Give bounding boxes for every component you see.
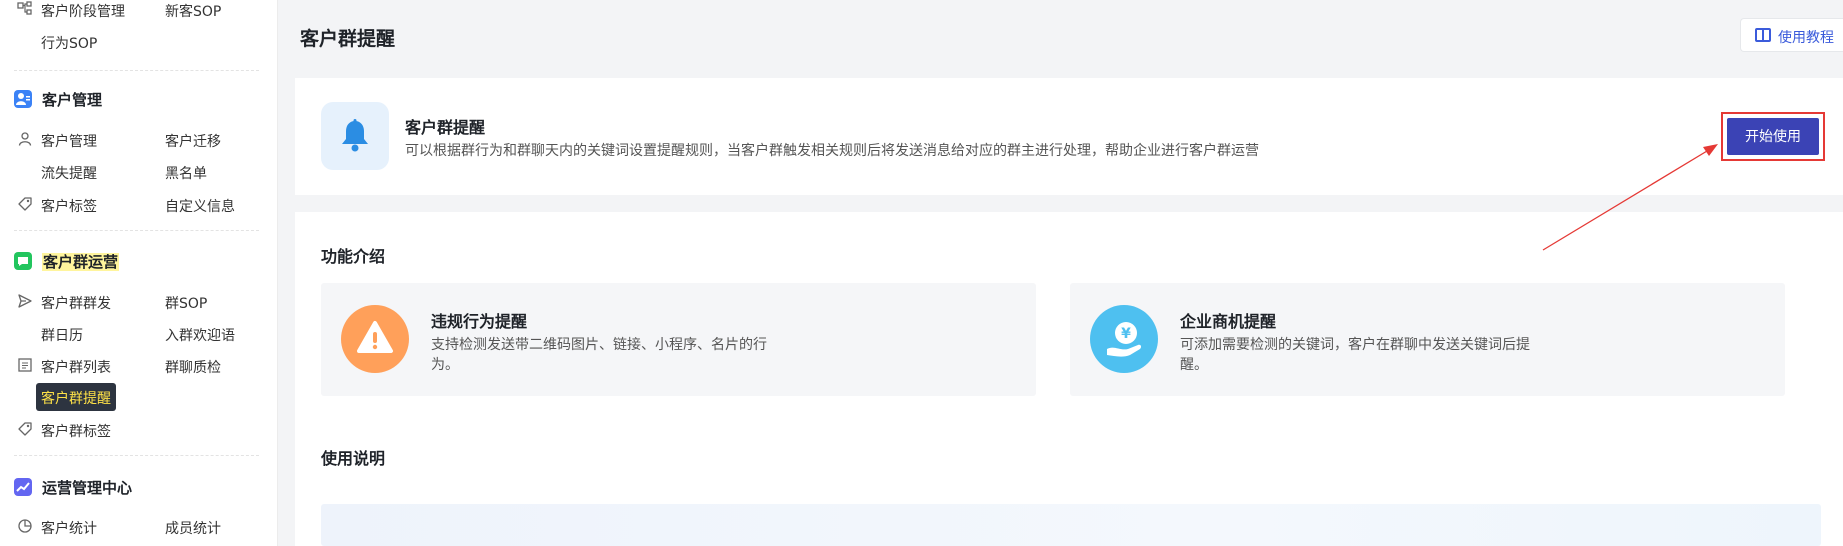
annotation-highlight-box: 开始使用	[1721, 112, 1825, 161]
sidebar-row: 客户管理 客户迁移	[0, 127, 277, 153]
svg-text:¥: ¥	[1121, 326, 1131, 342]
sidebar-item-welcome-msg[interactable]: 入群欢迎语	[165, 325, 235, 345]
flow-icon	[17, 1, 33, 17]
section-title: 客户管理	[42, 91, 103, 109]
sidebar-item-customer-mgmt[interactable]: 客户管理	[41, 131, 97, 151]
pie-chart-icon	[17, 518, 33, 534]
sidebar-item-chat-quality[interactable]: 群聊质检	[165, 357, 221, 377]
tutorial-label: 使用教程	[1778, 30, 1834, 46]
tag-icon	[17, 196, 33, 212]
feature-violation-alert: 违规行为提醒 支持检测发送带二维码图片、链接、小程序、名片的行为。	[321, 283, 1036, 396]
sidebar-row: 客户群列表 群聊质检	[0, 353, 277, 379]
intro-card: 客户群提醒 可以根据群行为和群聊天内的关键词设置提醒规则，当客户群触发相关规则后…	[295, 78, 1843, 195]
sidebar-item-customer-tags[interactable]: 客户标签	[41, 196, 97, 216]
sidebar-item-customer-migrate[interactable]: 客户迁移	[165, 131, 221, 151]
sidebar-item-member-stats[interactable]: 成员统计	[165, 518, 221, 538]
sidebar-item-group-calendar[interactable]: 群日历	[41, 325, 83, 345]
section-title-usage: 使用说明	[321, 449, 386, 468]
section-title: 客户群运营	[42, 251, 120, 272]
tutorial-button[interactable]: 使用教程	[1740, 18, 1843, 52]
sidebar-section-ops-center[interactable]: 运营管理中心	[0, 472, 277, 502]
section-title: 运营管理中心	[42, 479, 133, 497]
tag-icon	[17, 421, 33, 437]
user-icon	[17, 131, 33, 147]
send-icon	[17, 293, 33, 309]
sidebar-section-group-ops[interactable]: 客户群运营	[0, 246, 277, 276]
section-title-text: 客户群运营	[42, 253, 120, 271]
intro-description: 可以根据群行为和群聊天内的关键词设置提醒规则，当客户群触发相关规则后将发送消息给…	[405, 143, 1259, 159]
users-icon	[14, 90, 32, 108]
bell-icon	[321, 102, 389, 170]
book-icon	[1755, 28, 1771, 42]
sidebar-row: 客户标签 自定义信息	[0, 192, 277, 218]
sidebar: 客户阶段管理 新客SOP 行为SOP 客户管理 客户管理 客户迁移 流失提醒 黑…	[0, 0, 278, 546]
sidebar-item-custom-info[interactable]: 自定义信息	[165, 196, 235, 216]
page-title: 客户群提醒	[300, 28, 396, 50]
sidebar-divider	[14, 70, 259, 71]
sidebar-divider	[14, 230, 259, 231]
sidebar-item-behavior-sop[interactable]: 行为SOP	[41, 33, 97, 53]
sidebar-divider	[14, 455, 259, 456]
sidebar-item-group-broadcast[interactable]: 客户群群发	[41, 293, 111, 313]
sidebar-item-customer-stats[interactable]: 客户统计	[41, 518, 97, 538]
sidebar-row: 群日历 入群欢迎语	[0, 321, 277, 347]
feature-title: 违规行为提醒	[431, 312, 528, 331]
sidebar-row: 客户阶段管理 新客SOP	[0, 0, 277, 23]
usage-banner	[321, 504, 1821, 546]
sidebar-item-group-reminder[interactable]: 客户群提醒	[36, 383, 116, 411]
intro-title: 客户群提醒	[405, 118, 486, 137]
list-icon	[17, 357, 33, 373]
chat-icon	[14, 252, 32, 270]
section-title-features: 功能介绍	[321, 247, 386, 266]
sidebar-row: 客户统计 成员统计	[0, 514, 277, 540]
sidebar-item-new-customer-sop[interactable]: 新客SOP	[165, 1, 221, 21]
feature-description: 可添加需要检测的关键词，客户在群聊中发送关键词后提醒。	[1180, 337, 1530, 373]
feature-title: 企业商机提醒	[1180, 312, 1277, 331]
start-button[interactable]: 开始使用	[1727, 118, 1819, 155]
sidebar-item-stage-mgmt[interactable]: 客户阶段管理	[41, 1, 125, 21]
sidebar-row: 客户群标签	[0, 417, 277, 443]
sidebar-section-customer-mgmt[interactable]: 客户管理	[0, 84, 277, 114]
chart-icon	[14, 478, 32, 496]
feature-description: 支持检测发送带二维码图片、链接、小程序、名片的行为。	[431, 337, 767, 373]
sidebar-item-group-tags[interactable]: 客户群标签	[41, 421, 111, 441]
sidebar-item-churn-alert[interactable]: 流失提醒	[41, 163, 97, 183]
sidebar-item-label: 客户群提醒	[41, 391, 111, 407]
sidebar-row: 客户群群发 群SOP	[0, 289, 277, 315]
yen-hand-icon: ¥	[1090, 305, 1158, 373]
sidebar-item-group-sop[interactable]: 群SOP	[165, 293, 207, 313]
sidebar-row: 行为SOP	[0, 29, 277, 55]
sidebar-item-blacklist[interactable]: 黑名单	[165, 163, 207, 183]
sidebar-row: 流失提醒 黑名单	[0, 159, 277, 185]
feature-business-alert: ¥ 企业商机提醒 可添加需要检测的关键词，客户在群聊中发送关键词后提醒。	[1070, 283, 1785, 396]
function-card: 功能介绍 违规行为提醒 支持检测发送带二维码图片、链接、小程序、名片的行为。 ¥…	[295, 212, 1843, 546]
warning-icon	[341, 305, 409, 373]
sidebar-item-group-list[interactable]: 客户群列表	[41, 357, 111, 377]
